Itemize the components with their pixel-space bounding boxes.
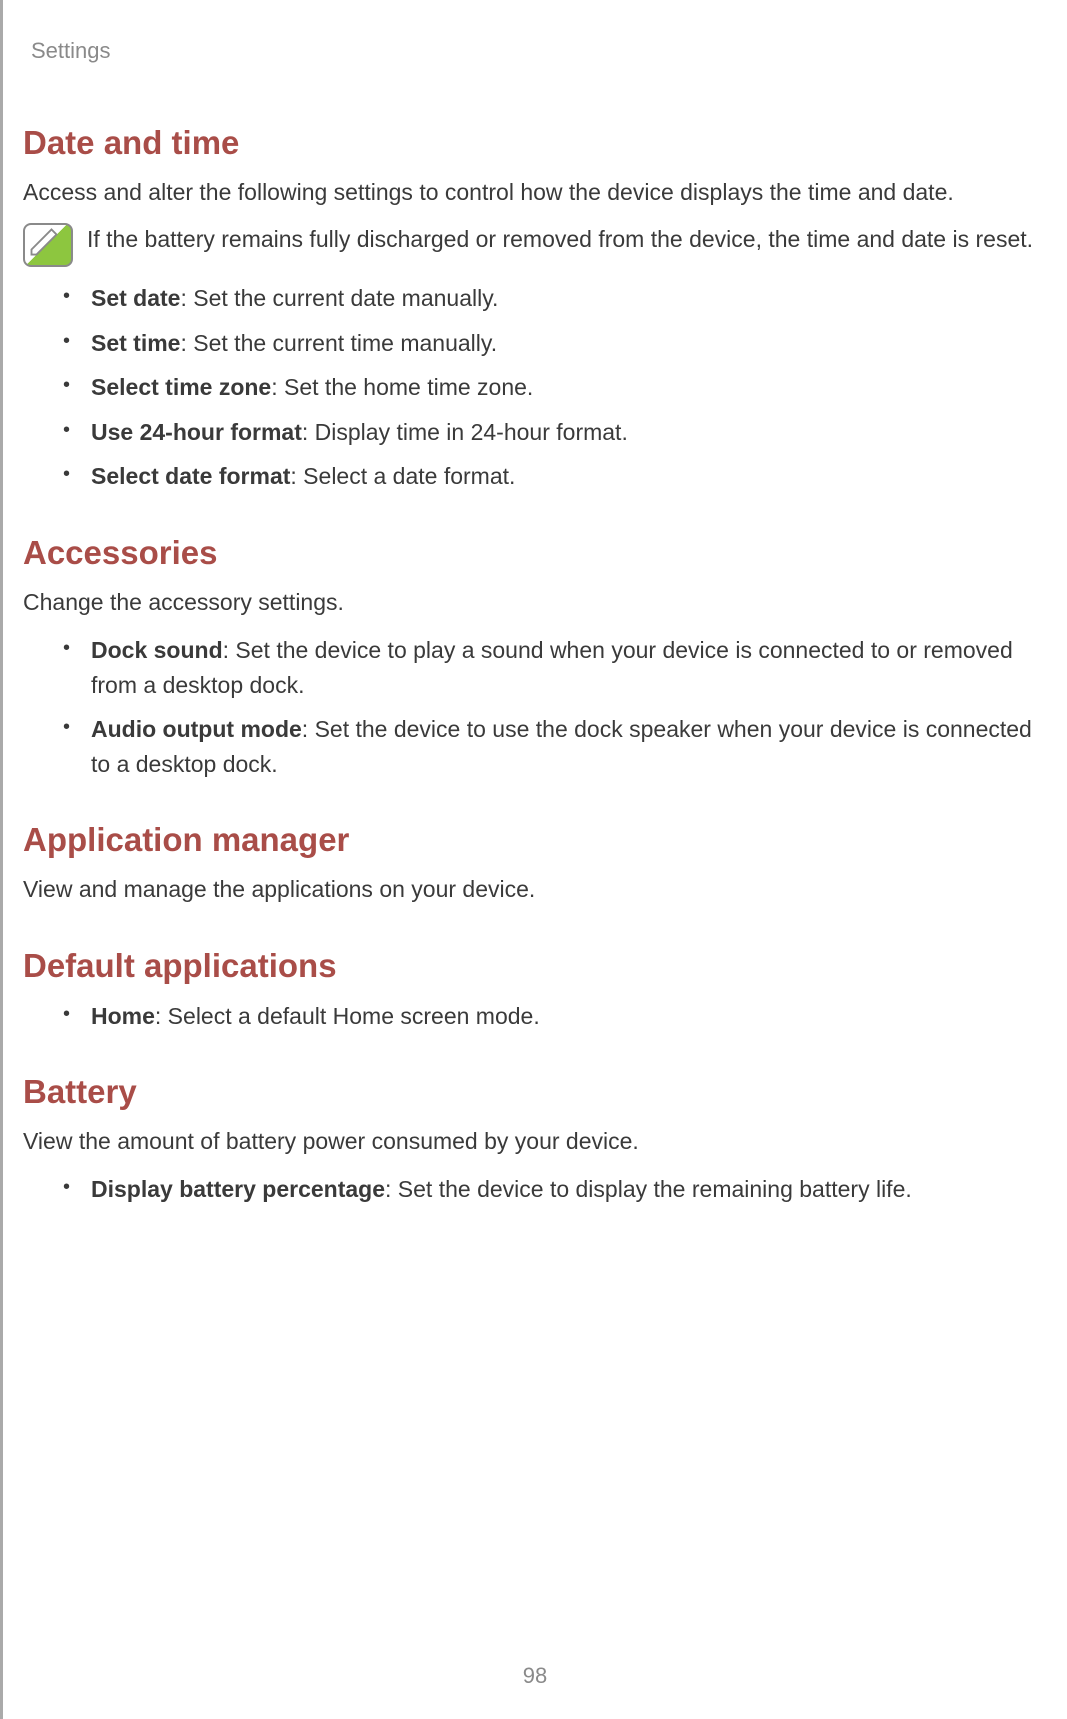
list-item-desc: : Select a default Home screen mode. <box>155 1003 540 1029</box>
section-intro-battery: View the amount of battery power consume… <box>23 1125 1047 1158</box>
list-item: Audio output mode: Set the device to use… <box>63 712 1047 781</box>
list-item-desc: : Display time in 24-hour format. <box>302 419 628 445</box>
list-item-term: Display battery percentage <box>91 1176 385 1202</box>
list-item-desc: : Set the device to play a sound when yo… <box>91 637 1013 698</box>
list-item-term: Use 24-hour format <box>91 419 302 445</box>
section-intro-accessories: Change the accessory settings. <box>23 586 1047 619</box>
accessories-list: Dock sound: Set the device to play a sou… <box>63 633 1047 781</box>
section-heading-app-manager: Application manager <box>23 821 1047 859</box>
note-row: If the battery remains fully discharged … <box>23 223 1047 267</box>
list-item-term: Set date <box>91 285 180 311</box>
date-time-list: Set date: Set the current date manually.… <box>63 281 1047 494</box>
list-item: Home: Select a default Home screen mode. <box>63 999 1047 1034</box>
note-text: If the battery remains fully discharged … <box>87 223 1047 256</box>
list-item-desc: : Select a date format. <box>290 463 515 489</box>
section-heading-default-apps: Default applications <box>23 947 1047 985</box>
list-item: Select date format: Select a date format… <box>63 459 1047 494</box>
list-item-desc: : Set the home time zone. <box>271 374 533 400</box>
list-item-term: Set time <box>91 330 180 356</box>
list-item-desc: : Set the current date manually. <box>180 285 498 311</box>
list-item-term: Select time zone <box>91 374 271 400</box>
list-item-term: Home <box>91 1003 155 1029</box>
page-header: Settings <box>31 38 1047 64</box>
list-item-term: Dock sound <box>91 637 223 663</box>
page-number: 98 <box>3 1663 1067 1689</box>
list-item: Dock sound: Set the device to play a sou… <box>63 633 1047 702</box>
section-heading-date-time: Date and time <box>23 124 1047 162</box>
list-item: Use 24-hour format: Display time in 24-h… <box>63 415 1047 450</box>
list-item: Set time: Set the current time manually. <box>63 326 1047 361</box>
list-item: Select time zone: Set the home time zone… <box>63 370 1047 405</box>
list-item-desc: : Set the current time manually. <box>180 330 497 356</box>
section-intro-date-time: Access and alter the following settings … <box>23 176 1047 209</box>
list-item: Display battery percentage: Set the devi… <box>63 1172 1047 1207</box>
section-heading-battery: Battery <box>23 1073 1047 1111</box>
battery-list: Display battery percentage: Set the devi… <box>63 1172 1047 1207</box>
note-icon <box>23 223 73 267</box>
list-item: Set date: Set the current date manually. <box>63 281 1047 316</box>
list-item-desc: : Set the device to display the remainin… <box>385 1176 912 1202</box>
section-intro-app-manager: View and manage the applications on your… <box>23 873 1047 906</box>
list-item-term: Select date format <box>91 463 290 489</box>
section-heading-accessories: Accessories <box>23 534 1047 572</box>
default-apps-list: Home: Select a default Home screen mode. <box>63 999 1047 1034</box>
list-item-term: Audio output mode <box>91 716 302 742</box>
